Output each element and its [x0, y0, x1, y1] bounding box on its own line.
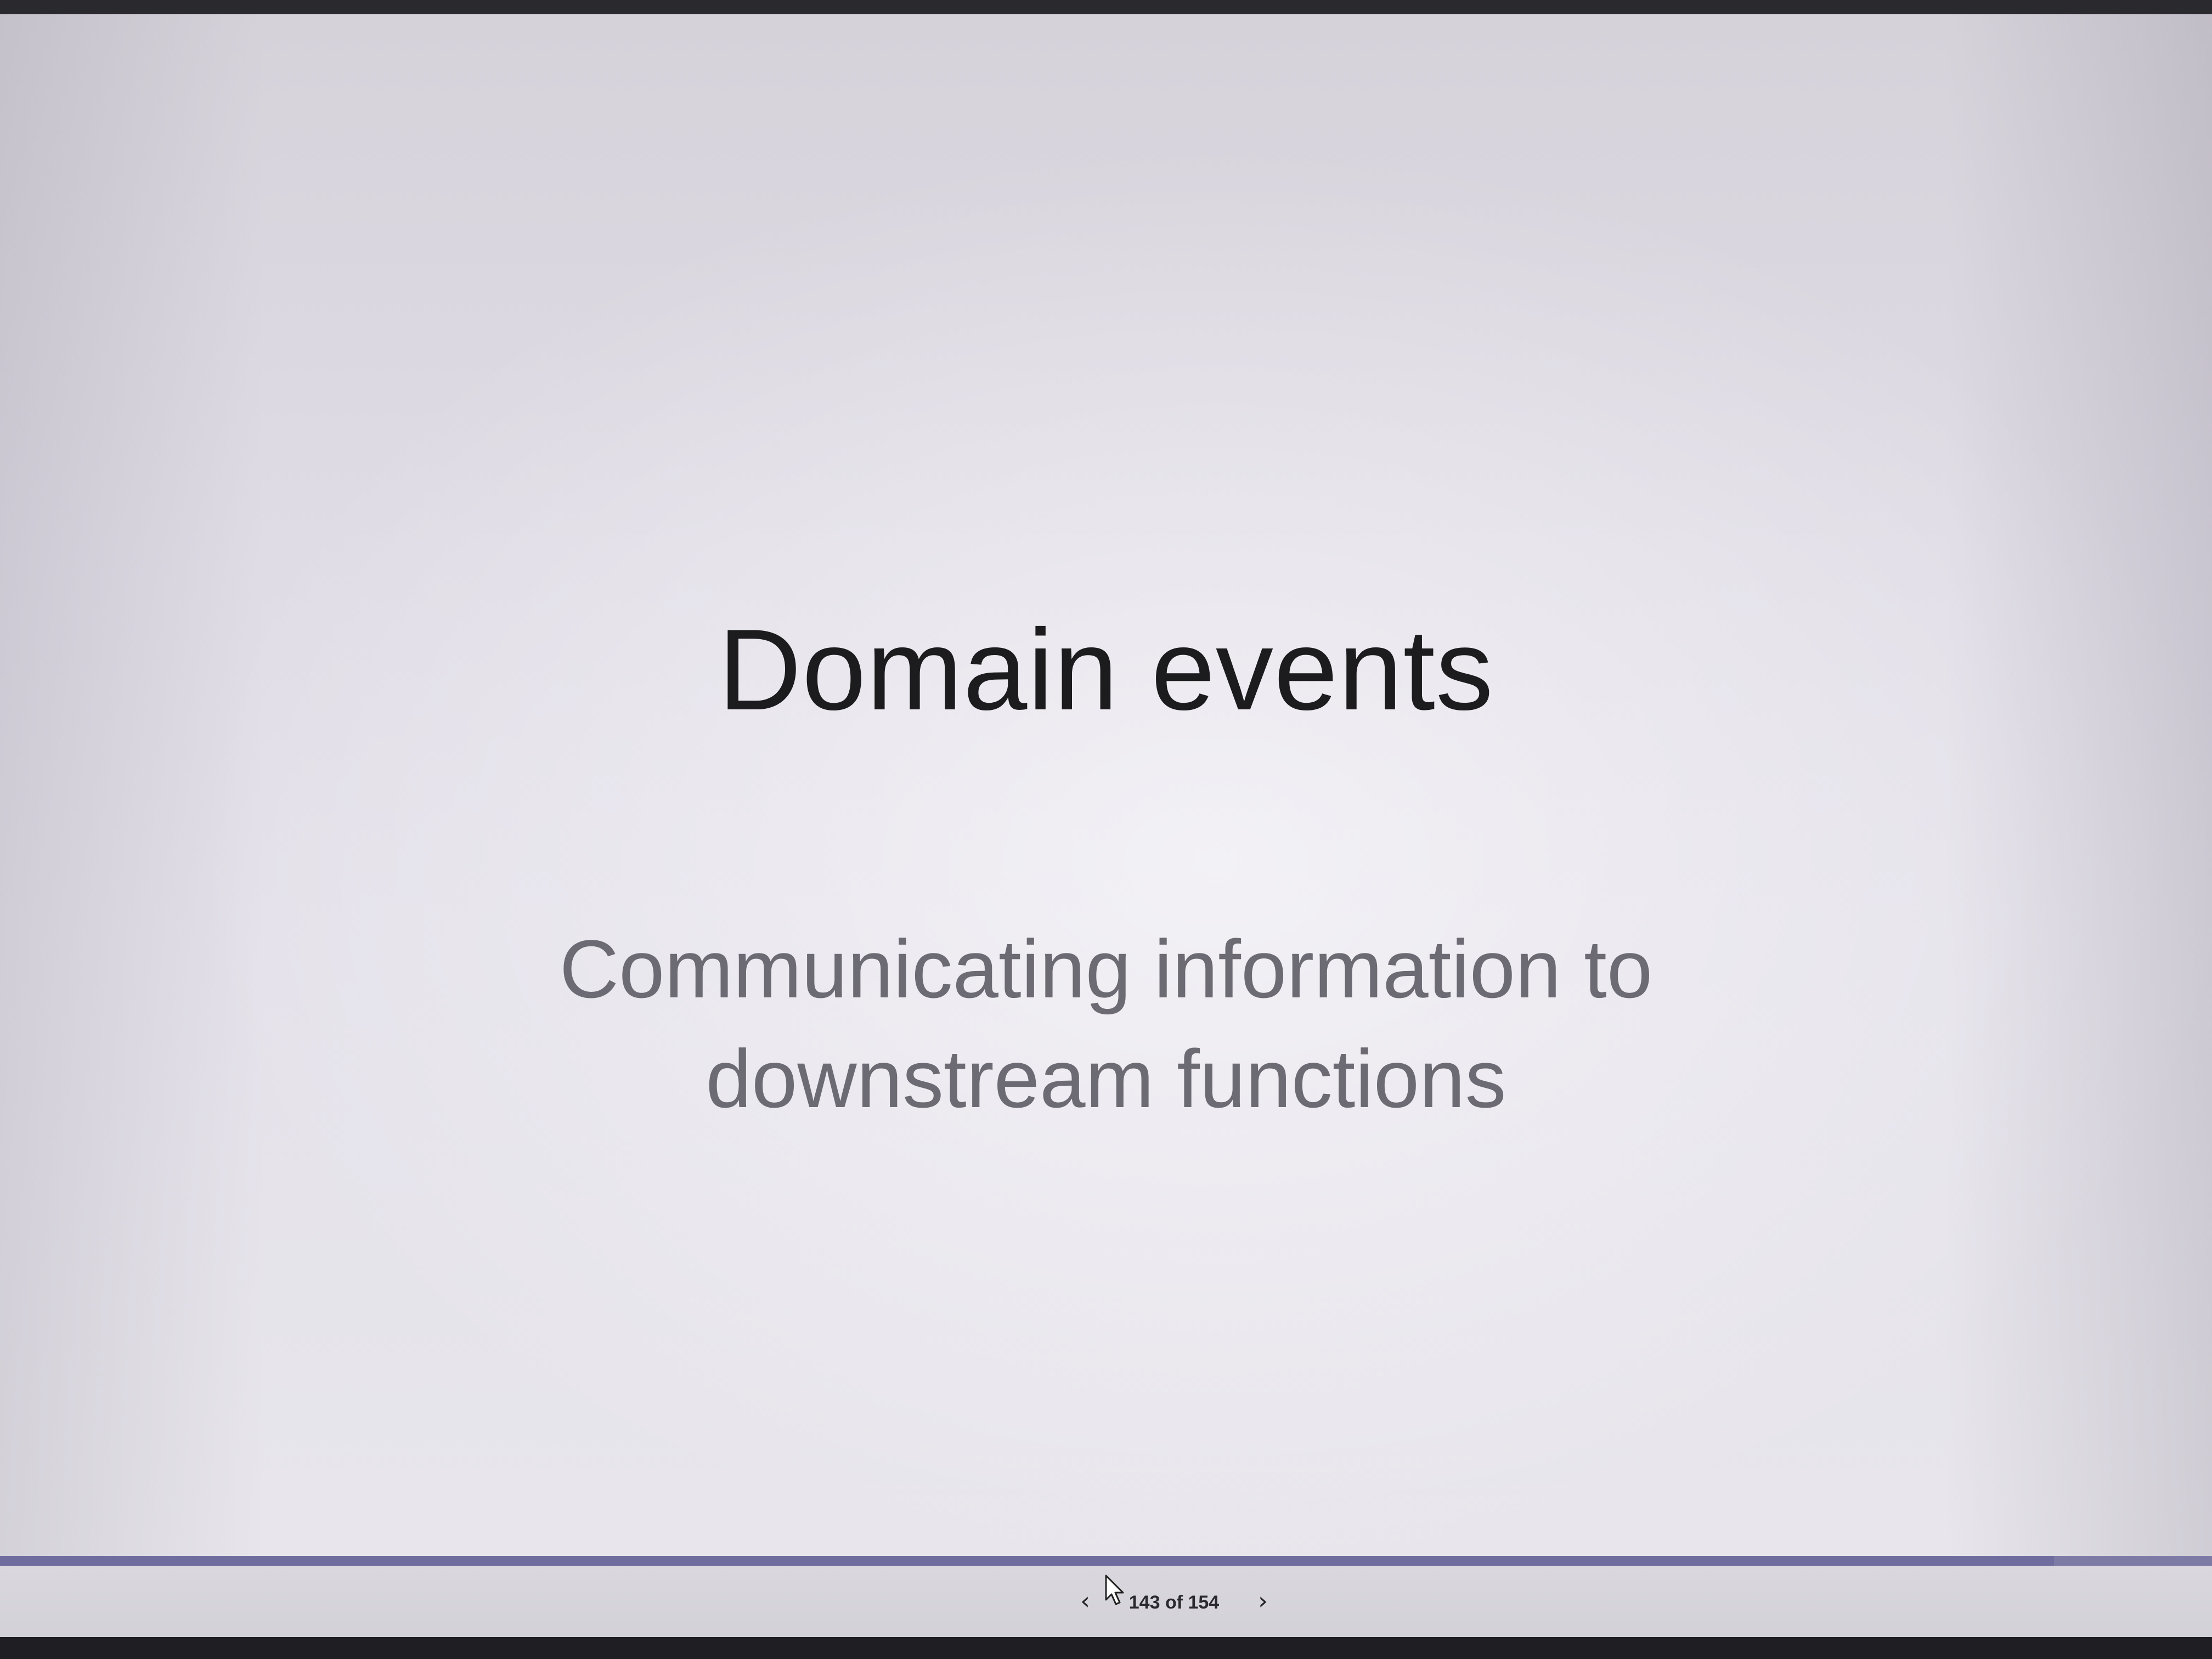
progress-bar-fill — [0, 1556, 2055, 1566]
slide-subtitle-line-2: downstream functions — [706, 1032, 1506, 1125]
top-bezel — [0, 0, 2212, 14]
page-counter: 143 of 154 — [1128, 1592, 1220, 1613]
previous-slide-button[interactable]: ‹ — [1074, 1587, 1096, 1616]
chevron-left-icon: ‹ — [1080, 1587, 1090, 1615]
next-slide-button[interactable]: › — [1252, 1587, 1274, 1616]
progress-bar[interactable] — [0, 1556, 2212, 1566]
slide-subtitle: Communicating information to downstream … — [0, 914, 2212, 1133]
slide-vignette — [0, 14, 2212, 1556]
slide-title: Domain events — [718, 605, 1494, 734]
chevron-right-icon: › — [1258, 1587, 1268, 1615]
slide-subtitle-line-1: Communicating information to — [559, 923, 1653, 1015]
presentation-screen: Domain events Communicating information … — [0, 0, 2212, 1659]
mouse-cursor-icon — [1105, 1575, 1124, 1605]
slide[interactable]: Domain events Communicating information … — [0, 14, 2212, 1556]
bottom-bezel — [0, 1637, 2212, 1659]
